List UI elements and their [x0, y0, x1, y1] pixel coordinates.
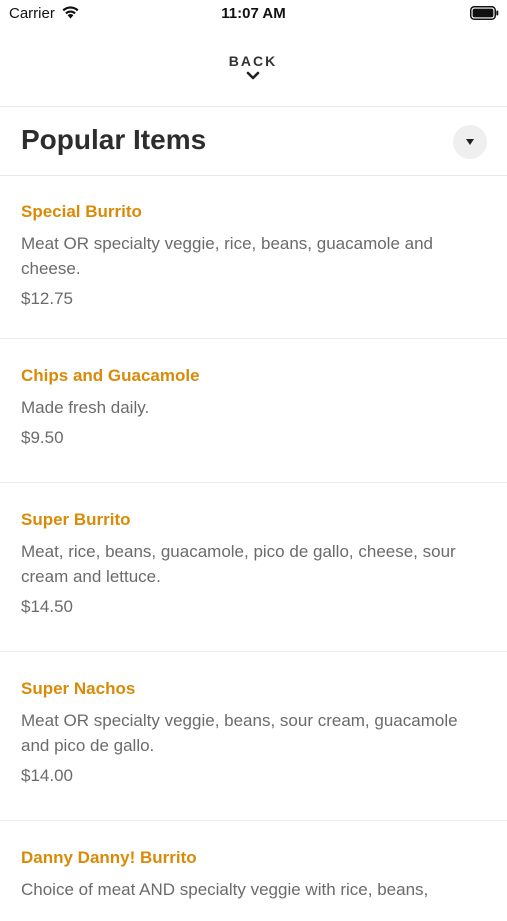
status-time: 11:07 AM: [221, 5, 286, 22]
section-dropdown-button[interactable]: [453, 125, 487, 159]
item-name: Special Burrito: [21, 202, 142, 221]
menu-item[interactable]: Chips and Guacamole Made fresh daily. $9…: [0, 339, 507, 483]
status-bar: Carrier 11:07 AM: [0, 0, 507, 28]
item-price: $12.75: [21, 289, 73, 308]
item-name: Danny Danny! Burrito: [21, 848, 197, 867]
item-name: Chips and Guacamole: [21, 366, 200, 385]
menu-item[interactable]: Special Burrito Meat OR specialty veggie…: [0, 175, 507, 339]
caret-down-icon: [466, 139, 474, 145]
header-divider: [0, 106, 507, 107]
item-description: Made fresh daily.: [21, 398, 150, 417]
item-price: $14.50: [21, 597, 73, 616]
item-description: Meat OR specialty veggie, rice, beans, g…: [21, 234, 434, 278]
item-description: Choice of meat AND specialty veggie with…: [21, 880, 429, 899]
item-description: Meat OR specialty veggie, beans, sour cr…: [21, 711, 458, 755]
section-title: Popular Items: [21, 124, 207, 155]
back-button[interactable]: BACK: [203, 48, 303, 94]
item-name: Super Burrito: [21, 510, 131, 529]
menu-item[interactable]: Super Nachos Meat OR specialty veggie, b…: [0, 652, 507, 821]
item-description: Meat, rice, beans, guacamole, pico de ga…: [21, 542, 456, 586]
menu-item-list: Special Burrito Meat OR specialty veggie…: [0, 175, 507, 921]
item-name: Super Nachos: [21, 679, 136, 698]
menu-item[interactable]: Danny Danny! Burrito Choice of meat AND …: [0, 821, 507, 921]
chevron-down-icon: [246, 71, 260, 80]
battery-icon: [470, 6, 499, 20]
menu-item[interactable]: Super Burrito Meat, rice, beans, guacamo…: [0, 483, 507, 652]
back-label: BACK: [228, 53, 278, 69]
item-price: $9.50: [21, 428, 64, 447]
item-price: $14.00: [21, 766, 73, 785]
